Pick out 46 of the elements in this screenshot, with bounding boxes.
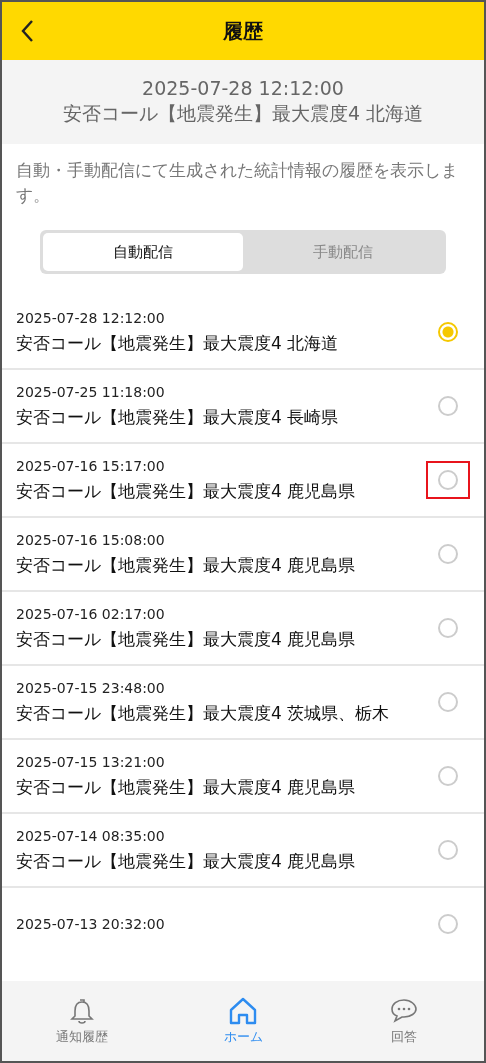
- radio-button[interactable]: [438, 322, 458, 342]
- nav-tab[interactable]: 通知履歴: [2, 981, 163, 1061]
- summary-title: 安否コール【地震発生】最大震度4 北海道: [62, 101, 424, 126]
- item-title: 安否コール【地震発生】最大震度4 鹿児島県: [16, 479, 357, 503]
- radio-button[interactable]: [438, 692, 458, 712]
- radio-button[interactable]: [438, 396, 458, 416]
- item-title: 安否コール【地震発生】最大震度4 鹿児島県: [16, 775, 357, 799]
- item-datetime: 2025-07-14 08:35:00: [16, 827, 166, 844]
- radio-button[interactable]: [438, 618, 458, 638]
- radio-button[interactable]: [438, 544, 458, 564]
- item-datetime: 2025-07-16 15:17:00: [16, 457, 166, 474]
- item-datetime: 2025-07-15 23:48:00: [16, 679, 166, 696]
- item-title: 安否コール【地震発生】最大震度4 茨城県、栃木: [16, 701, 391, 725]
- radio-button[interactable]: [438, 914, 458, 934]
- item-datetime: 2025-07-28 12:12:00: [16, 309, 166, 326]
- history-item[interactable]: 2025-07-16 15:08:00 安否コール【地震発生】最大震度4 鹿児島県: [2, 518, 484, 592]
- item-datetime: 2025-07-16 15:08:00: [16, 531, 166, 548]
- item-title: 安否コール【地震発生】最大震度4 長崎県: [16, 405, 340, 429]
- item-datetime: 2025-07-13 20:32:00: [16, 916, 166, 932]
- back-icon[interactable]: [20, 18, 36, 44]
- radio-button[interactable]: [438, 470, 458, 490]
- item-datetime: 2025-07-16 02:17:00: [16, 605, 166, 622]
- home-icon: [228, 996, 258, 1025]
- history-item[interactable]: 2025-07-13 20:32:00: [2, 888, 484, 942]
- item-title: 安否コール【地震発生】最大震度4 鹿児島県: [16, 627, 357, 651]
- bell-icon: [69, 996, 96, 1025]
- item-title: 安否コール【地震発生】最大震度4 北海道: [16, 331, 340, 355]
- item-title: 安否コール【地震発生】最大震度4 鹿児島県: [16, 849, 357, 873]
- history-item[interactable]: 2025-07-25 11:18:00 安否コール【地震発生】最大震度4 長崎県: [2, 370, 484, 444]
- radio-button[interactable]: [438, 766, 458, 786]
- history-item[interactable]: 2025-07-15 13:21:00 安否コール【地震発生】最大震度4 鹿児島県: [2, 740, 484, 814]
- history-item[interactable]: 2025-07-16 15:17:00 安否コール【地震発生】最大震度4 鹿児島県: [2, 444, 484, 518]
- history-item[interactable]: 2025-07-15 23:48:00 安否コール【地震発生】最大震度4 茨城県、栃木: [2, 666, 484, 740]
- radio-button[interactable]: [438, 840, 458, 860]
- summary-datetime: 2025-07-28 12:12:00: [142, 77, 344, 99]
- page-title: 履歴: [223, 17, 263, 45]
- history-item[interactable]: 2025-07-14 08:35:00 安否コール【地震発生】最大震度4 鹿児島県: [2, 814, 484, 888]
- history-item[interactable]: 2025-07-28 12:12:00 安否コール【地震発生】最大震度4 北海道: [2, 296, 484, 370]
- segment-tab[interactable]: 自動配信: [43, 233, 243, 271]
- item-title: 安否コール【地震発生】最大震度4 鹿児島県: [16, 553, 357, 577]
- item-datetime: 2025-07-15 13:21:00: [16, 753, 166, 770]
- item-datetime: 2025-07-25 11:18:00: [16, 383, 166, 400]
- history-item[interactable]: 2025-07-16 02:17:00 安否コール【地震発生】最大震度4 鹿児島県: [2, 592, 484, 666]
- speech-bubble-icon: [388, 996, 419, 1025]
- nav-tab[interactable]: 回答: [323, 981, 484, 1061]
- description-text: 自動・手動配信にて生成された統計情報の履歴を表示します。: [16, 159, 459, 207]
